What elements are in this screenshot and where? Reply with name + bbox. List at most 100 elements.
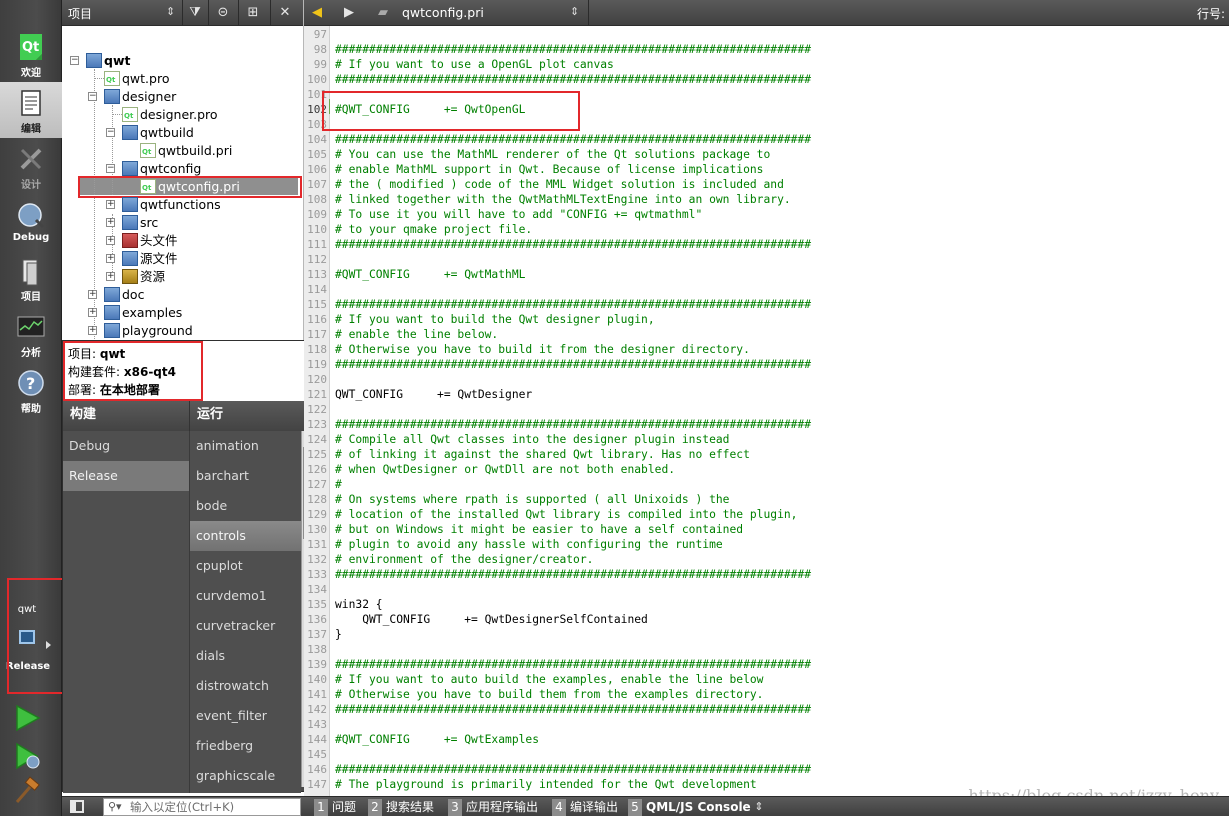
- output-tab-search-results[interactable]: 2 搜索结果: [368, 799, 438, 816]
- mode-help[interactable]: ? 帮助: [0, 362, 62, 418]
- close-icon[interactable]: ✕: [276, 4, 294, 22]
- debug-run-button[interactable]: [12, 741, 42, 771]
- expand-icon[interactable]: +: [88, 290, 97, 299]
- code-line: # enable the line below.: [335, 328, 499, 341]
- line-number: 99: [313, 58, 327, 71]
- info-deploy-row: 部署: 在本地部署: [68, 383, 160, 397]
- code-line: # plugin to avoid any hassle with config…: [335, 538, 723, 551]
- run-button[interactable]: [12, 703, 42, 733]
- line-number: 116: [307, 313, 327, 326]
- updown-arrow-icon[interactable]: ⇕: [166, 5, 175, 18]
- mode-label: 设计: [21, 180, 41, 191]
- run-config-item[interactable]: friedberg: [190, 731, 301, 761]
- expand-icon[interactable]: +: [106, 272, 115, 281]
- mode-analyze[interactable]: 分析: [0, 306, 62, 362]
- open-file-selector[interactable]: qwtconfig.pri: [402, 5, 484, 20]
- sidebar-toggle-icon[interactable]: [70, 800, 84, 813]
- folder-icon: [122, 125, 138, 140]
- expand-icon[interactable]: +: [106, 254, 115, 263]
- run-config-item[interactable]: graphicscale: [190, 761, 301, 791]
- code-editor[interactable]: ########################################…: [330, 26, 1229, 796]
- updown-arrow-icon[interactable]: ⇕: [750, 798, 768, 816]
- line-number: 124: [307, 433, 327, 446]
- split-view-icon[interactable]: ⊞: [244, 4, 262, 22]
- expand-icon[interactable]: +: [88, 326, 97, 335]
- run-config-item[interactable]: curvdemo1: [190, 581, 301, 611]
- help-question-icon: ?: [18, 370, 44, 396]
- mode-debug[interactable]: Debug: [0, 194, 62, 250]
- folder-icon: [104, 287, 120, 302]
- locator-field[interactable]: ⚲▾: [103, 798, 301, 816]
- run-config-item[interactable]: animation: [190, 431, 301, 461]
- mode-label: 分析: [21, 348, 41, 359]
- run-config-item[interactable]: barchart: [190, 461, 301, 491]
- mode-label: 欢迎: [21, 68, 41, 79]
- code-line: #QWT_CONFIG += QwtOpenGL: [335, 103, 526, 116]
- build-config-item-selected[interactable]: Release: [63, 461, 189, 491]
- mode-edit[interactable]: 编辑: [0, 82, 62, 138]
- build-config-item[interactable]: Debug: [63, 431, 189, 461]
- output-tab-issues[interactable]: 1 问题: [314, 799, 360, 816]
- forward-arrow-icon[interactable]: ▶: [340, 4, 358, 22]
- line-number: 129: [307, 508, 327, 521]
- line-number: 134: [307, 583, 327, 596]
- collapse-icon[interactable]: −: [106, 128, 115, 137]
- run-config-item-selected[interactable]: controls: [190, 521, 301, 551]
- line-number: 107: [307, 178, 327, 191]
- code-line: # If you want to auto build the examples…: [335, 673, 764, 686]
- code-line: ########################################…: [335, 298, 812, 311]
- mode-welcome[interactable]: Qt 欢迎: [0, 26, 62, 82]
- code-line: ########################################…: [335, 358, 812, 371]
- code-line: # location of the installed Qwt library …: [335, 508, 798, 521]
- line-number: 125: [307, 448, 327, 461]
- panel-view-selector[interactable]: 项目: [68, 5, 92, 22]
- output-tab-application-output[interactable]: 3 应用程序输出: [448, 799, 542, 816]
- output-tab-compile-output[interactable]: 4 编译输出: [552, 799, 622, 816]
- collapse-icon[interactable]: −: [88, 92, 97, 101]
- run-config-item[interactable]: event_filter: [190, 701, 301, 731]
- code-line: # Compile all Qwt classes into the desig…: [335, 433, 730, 446]
- expand-icon[interactable]: +: [106, 218, 115, 227]
- line-number: 101: [307, 88, 327, 101]
- folder-icon: [104, 305, 120, 320]
- run-config-item[interactable]: cpuplot: [190, 551, 301, 581]
- line-number: 138: [307, 643, 327, 656]
- mode-projects[interactable]: 项目: [0, 250, 62, 306]
- mode-design[interactable]: 设计: [0, 138, 62, 194]
- run-config-item[interactable]: distrowatch: [190, 671, 301, 701]
- output-tab-qml-console[interactable]: 5 QML/JS Console: [628, 799, 755, 816]
- expand-icon[interactable]: +: [106, 200, 115, 209]
- code-line: # when QwtDesigner or QwtDll are not bot…: [335, 463, 676, 476]
- run-config-item[interactable]: dials: [190, 641, 301, 671]
- debug-bug-icon: [18, 203, 45, 229]
- code-line: ########################################…: [335, 763, 812, 776]
- code-line: ########################################…: [335, 568, 812, 581]
- line-number: 130: [307, 523, 327, 536]
- back-arrow-icon[interactable]: ◀: [308, 4, 326, 22]
- line-number: 114: [307, 283, 327, 296]
- link-sync-icon[interactable]: ⊝: [214, 4, 232, 22]
- run-config-list: animation barchart bode controls cpuplot…: [189, 431, 301, 793]
- project-panel-toolbar: 项目 ⇕ ⧩ ⊝ ⊞ ✕: [62, 0, 303, 26]
- collapse-icon[interactable]: −: [70, 56, 79, 65]
- build-config-list: Debug Release: [63, 431, 189, 793]
- file-lock-icon: ▰: [378, 5, 388, 20]
- line-number: 108: [307, 193, 327, 206]
- header-files-icon: [122, 233, 138, 248]
- line-number: 121: [307, 388, 327, 401]
- locator-input[interactable]: [130, 799, 298, 815]
- chevron-right-icon: [46, 641, 51, 649]
- updown-arrow-icon[interactable]: ⇕: [570, 5, 579, 18]
- expand-icon[interactable]: +: [106, 236, 115, 245]
- collapse-icon[interactable]: −: [106, 164, 115, 173]
- run-config-item[interactable]: bode: [190, 491, 301, 521]
- kit-target-selector[interactable]: qwt Release: [0, 592, 62, 684]
- toolbar-separator: [238, 0, 239, 26]
- filter-icon[interactable]: ⧩: [186, 4, 204, 22]
- run-config-item[interactable]: curvetracker: [190, 611, 301, 641]
- line-number: 135: [307, 598, 327, 611]
- analyze-monitor-icon: [17, 316, 45, 337]
- build-hammer-button[interactable]: [12, 776, 42, 806]
- expand-icon[interactable]: +: [88, 308, 97, 317]
- line-number: 123: [307, 418, 327, 431]
